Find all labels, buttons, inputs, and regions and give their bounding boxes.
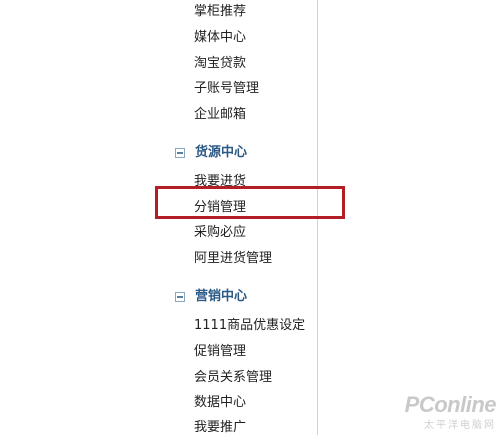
watermark-logo: PConline — [404, 392, 497, 417]
group-title: 营销中心 — [195, 289, 248, 304]
menu-item-member-relation[interactable]: 会员关系管理 — [194, 370, 272, 386]
watermark-subtitle: 太平洋电脑网 — [424, 420, 496, 431]
menu-item-ali-purchase[interactable]: 阿里进货管理 — [194, 251, 272, 267]
menu-item-data-center[interactable]: 数据中心 — [194, 395, 246, 411]
menu-item-taobao-loan[interactable]: 淘宝贷款 — [194, 56, 246, 72]
watermark: PConline 太平洋电脑网 — [404, 392, 497, 431]
highlight-annotation-box — [155, 186, 345, 219]
menu-item-enterprise-mail[interactable]: 企业邮箱 — [194, 107, 246, 123]
collapse-icon[interactable] — [175, 292, 185, 302]
menu-item-shopkeeper-recommend[interactable]: 掌柜推荐 — [194, 4, 246, 20]
menu-item-procurement[interactable]: 采购必应 — [194, 225, 246, 241]
group-title: 货源中心 — [195, 145, 248, 160]
collapse-icon[interactable] — [175, 148, 185, 158]
menu-item-1111-discount[interactable]: 1111商品优惠设定 — [194, 318, 305, 334]
menu-item-promotion[interactable]: 促销管理 — [194, 344, 246, 360]
menu-item-media-center[interactable]: 媒体中心 — [194, 30, 246, 46]
menu-item-promote[interactable]: 我要推广 — [194, 420, 246, 435]
menu-item-sub-account[interactable]: 子账号管理 — [194, 81, 259, 97]
